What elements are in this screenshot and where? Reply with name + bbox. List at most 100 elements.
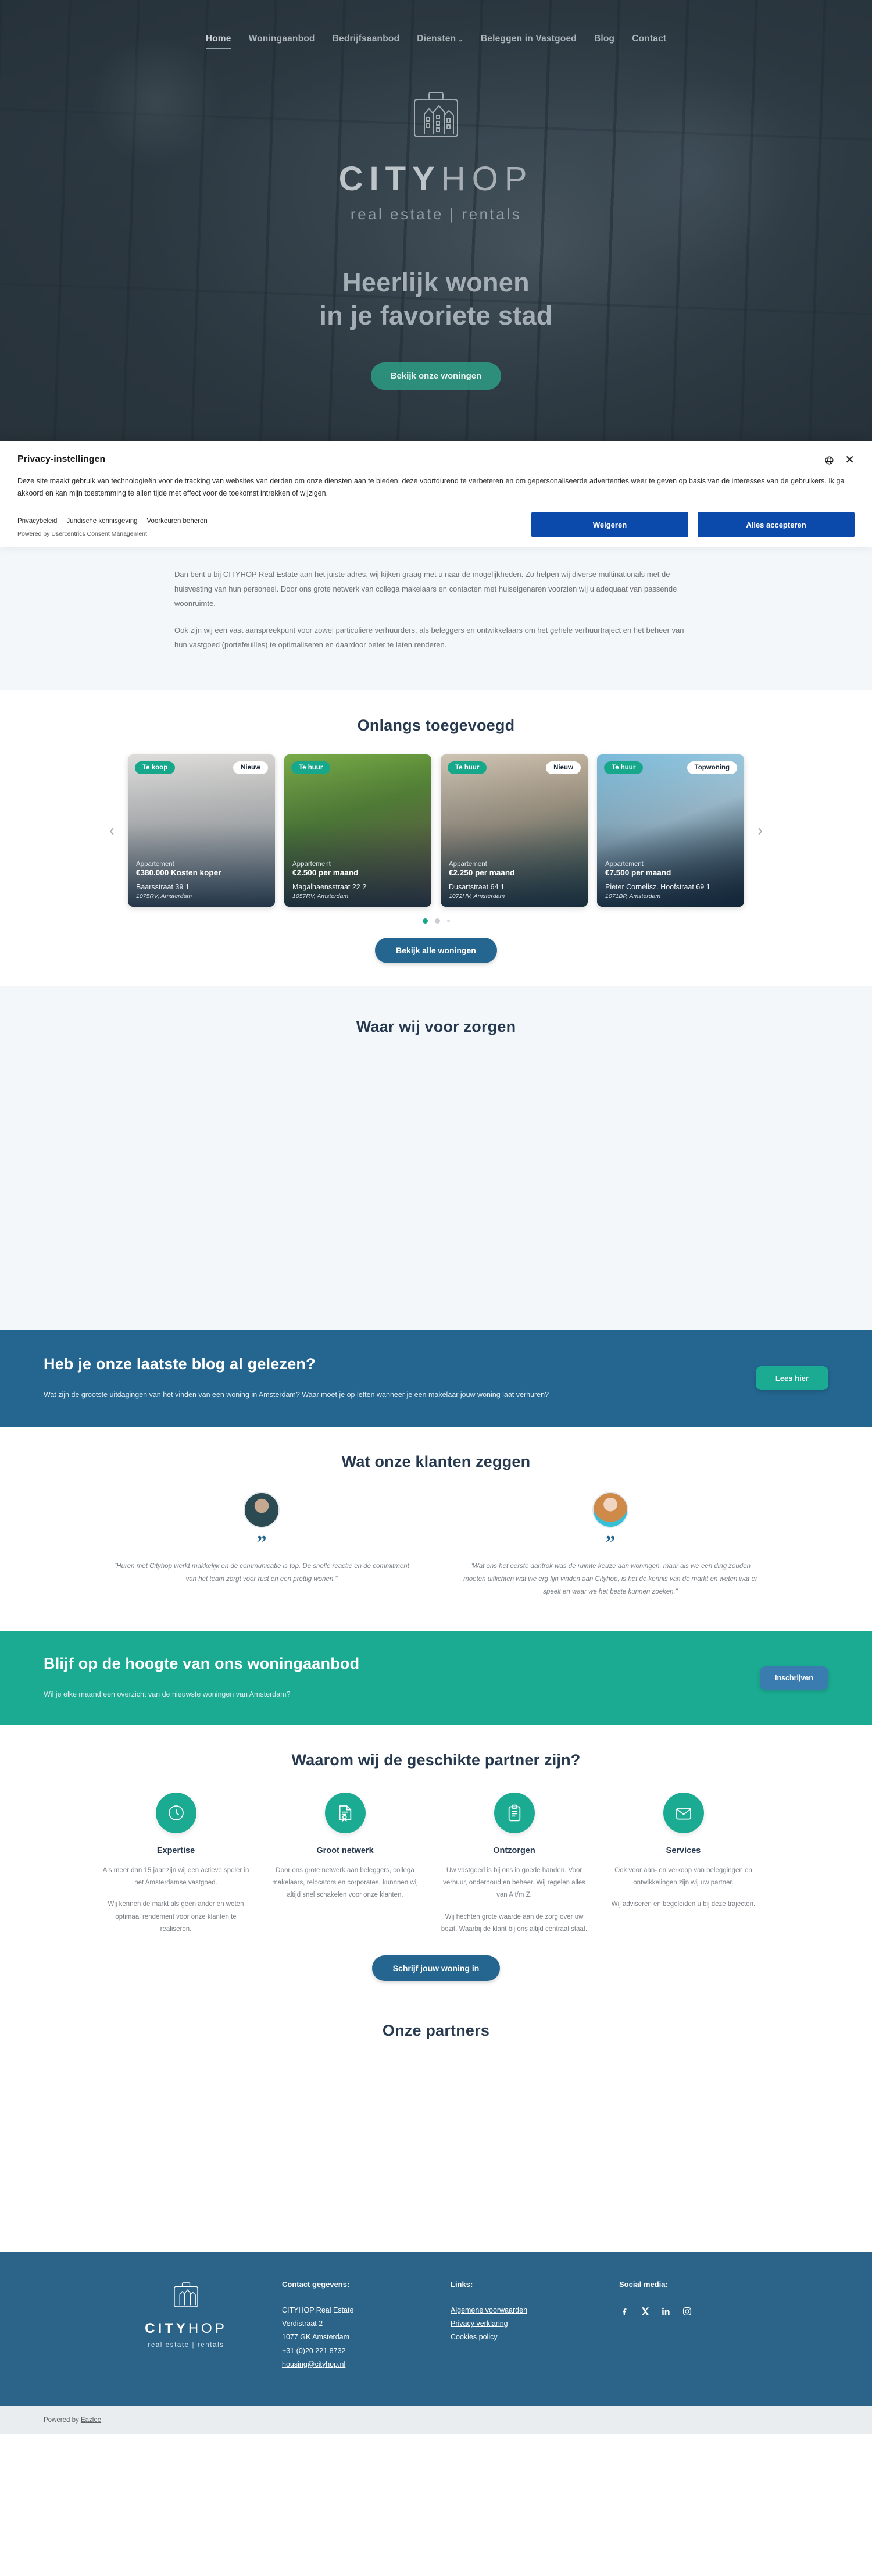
privacy-settings-banner: Privacy-instellingen ✕ Deze site maakt g… <box>0 441 872 547</box>
nav-item-beleggen-in-vastgoed[interactable]: Beleggen in Vastgoed <box>481 34 577 49</box>
carousel-dot-3[interactable] <box>446 919 450 922</box>
carousel-dot-1[interactable] <box>422 918 428 924</box>
status-badge: Te huur <box>448 761 487 774</box>
property-street: Dusartstraat 64 1 <box>449 882 505 891</box>
partners-title: Onze partners <box>382 2022 490 2040</box>
footer-links-heading: Links: <box>451 2280 473 2289</box>
nav-item-blog[interactable]: Blog <box>594 34 614 49</box>
testimonial-text: "Huren met Cityhop werkt makkelijk en de… <box>114 1563 409 1583</box>
property-price: €2.500 per maand <box>292 868 359 877</box>
feature-item-ontzorgen: Ontzorgen Uw vastgoed is bij ons in goed… <box>437 1792 591 1936</box>
nav-item-contact[interactable]: Contact <box>632 34 666 49</box>
property-type: Appartement <box>605 860 644 868</box>
footer-contact-heading: Contact gegevens: <box>282 2280 350 2289</box>
property-type: Appartement <box>292 860 331 868</box>
x-icon[interactable] <box>640 2306 651 2317</box>
footer-links-column: Links: Algemene voorwaarden Privacy verk… <box>451 2280 619 2371</box>
deny-cookies-button[interactable]: Weigeren <box>531 512 688 538</box>
property-street: Magalhaensstraat 22 2 <box>292 882 367 891</box>
instagram-icon[interactable] <box>682 2306 692 2317</box>
why-partner-section: Waarom wij de geschikte partner zijn? Ex… <box>0 1724 872 2003</box>
read-blog-button[interactable]: Lees hier <box>755 1366 828 1391</box>
property-type: Appartement <box>449 860 487 868</box>
property-zip-city: 1071BP, Amsterdam <box>605 892 661 900</box>
privacy-banner-text: Deze site maakt gebruik van technologieë… <box>17 477 845 497</box>
hero-headline-line2: in je favoriete stad <box>319 300 553 330</box>
blog-promo-text: Wat zijn de grootste uitdagingen van het… <box>44 1390 549 1399</box>
footer-link-algemene-voorwaarden[interactable]: Algemene voorwaarden <box>451 2304 619 2317</box>
hero-section: Home Woningaanbod Bedrijfsaanbod Dienste… <box>0 0 872 459</box>
powered-by-link[interactable]: Eazlee <box>81 2417 101 2424</box>
footer-contact-line: Verdistraat 2 <box>282 2320 323 2328</box>
newsletter-text: Wil je elke maand een overzicht van de n… <box>44 1690 291 1698</box>
privacy-banner-powered-by: Powered by Usercentrics Consent Manageme… <box>17 530 147 538</box>
footer-link-cookies-policy[interactable]: Cookies policy <box>451 2331 619 2344</box>
feature-heading: Ontzorgen <box>493 1845 535 1855</box>
hero-cta-button[interactable]: Bekijk onze woningen <box>370 362 502 390</box>
footer-wordmark-bold: CITY <box>145 2321 188 2337</box>
hero-headline-line1: Heerlijk wonen <box>342 268 530 297</box>
footer-link-privacy-verklaring[interactable]: Privacy verklaring <box>451 2317 619 2331</box>
clock-icon <box>155 1792 196 1833</box>
footer-social-heading: Social media: <box>619 2280 668 2289</box>
language-globe-icon[interactable] <box>824 455 834 465</box>
feature-heading: Services <box>666 1845 701 1855</box>
blog-promo-title: Heb je onze laatste blog al gelezen? <box>44 1355 316 1373</box>
why-partner-title: Waarom wij de geschikte partner zijn? <box>291 1751 581 1769</box>
carousel-next-arrow[interactable]: › <box>757 821 763 839</box>
property-card[interactable]: Te koop Nieuw Appartement €380.000 Koste… <box>128 754 275 907</box>
clipboard-icon <box>494 1792 535 1833</box>
property-card[interactable]: Te huur Nieuw Appartement €2.250 per maa… <box>441 754 588 907</box>
facebook-icon[interactable] <box>619 2306 630 2317</box>
brand-wordmark-bold: CITY <box>338 160 441 198</box>
property-zip-city: 1072HV, Amsterdam <box>449 892 505 900</box>
view-all-listings-button[interactable]: Bekijk alle woningen <box>375 937 497 963</box>
link-juridische-kennisgeving[interactable]: Juridische kennisgeving <box>66 518 137 525</box>
nav-item-woningaanbod[interactable]: Woningaanbod <box>249 34 315 49</box>
footer-wordmark: CITYHOP <box>90 2321 282 2337</box>
powered-by-label: Powered by <box>44 2416 81 2424</box>
feature-heading: Groot netwerk <box>316 1845 374 1855</box>
carousel-pagination <box>0 918 872 924</box>
newsletter-title: Blijf op de hoogte van ons woningaanbod <box>44 1654 360 1672</box>
property-price: €7.500 per maand <box>605 868 671 877</box>
nav-item-home[interactable]: Home <box>205 34 231 49</box>
feature-text-1: Als meer dan 15 jaar zijn wij een actiev… <box>102 1866 249 1887</box>
link-privacybeleid[interactable]: Privacybeleid <box>17 518 57 525</box>
nav-label: Woningaanbod <box>248 34 315 44</box>
property-zip-city: 1075RV, Amsterdam <box>136 892 192 900</box>
linkedin-icon[interactable] <box>661 2306 671 2317</box>
carousel-dot-2[interactable] <box>434 918 440 924</box>
property-card[interactable]: Te huur Topwoning Appartement €7.500 per… <box>597 754 744 907</box>
status-badge: Te koop <box>135 761 176 774</box>
testimonials-section: Wat onze klanten zeggen ” "Huren met Cit… <box>0 1427 872 1631</box>
nav-item-diensten[interactable]: Diensten ⌄ <box>417 34 463 49</box>
highlight-badge: Topwoning <box>687 761 737 774</box>
property-price: €2.250 per maand <box>449 868 515 877</box>
property-card[interactable]: Te huur Appartement €2.500 per maand Mag… <box>284 754 431 907</box>
register-your-property-button[interactable]: Schrijf jouw woning in <box>371 1955 501 1982</box>
footer-brand: CITYHOP real estate | rentals <box>90 2280 282 2371</box>
property-street: Baarsstraat 39 1 <box>136 882 190 891</box>
brand-wordmark: CITYHOP <box>339 159 534 198</box>
accept-all-cookies-button[interactable]: Alles accepteren <box>698 512 855 538</box>
footer-contact-phone: +31 (0)20 221 8732 <box>282 2346 346 2355</box>
quote-icon: ” <box>605 1531 616 1554</box>
nav-item-bedrijfsaanbod[interactable]: Bedrijfsaanbod <box>333 34 400 49</box>
footer-contact-email-link[interactable]: housing@cityhop.nl <box>282 2358 451 2371</box>
carousel-prev-arrow[interactable]: ‹ <box>109 821 115 839</box>
feature-item-expertise: Expertise Als meer dan 15 jaar zijn wij … <box>99 1792 253 1936</box>
nav-label: Contact <box>632 34 667 44</box>
envelope-icon <box>663 1792 704 1833</box>
newsletter-subscribe-button[interactable]: Inschrijven <box>760 1666 828 1690</box>
hero-brand: CITYHOP real estate | rentals <box>339 88 534 223</box>
link-voorkeuren-beheren[interactable]: Voorkeuren beheren <box>147 518 208 525</box>
footer-contact-column: Contact gegevens: CITYHOP Real Estate Ve… <box>282 2280 451 2371</box>
nav-label: Blog <box>594 34 615 44</box>
cityhop-house-logo-icon <box>90 2280 282 2311</box>
highlight-badge: Nieuw <box>546 761 581 774</box>
main-navigation: Home Woningaanbod Bedrijfsaanbod Dienste… <box>205 0 667 49</box>
close-icon[interactable]: ✕ <box>845 454 855 466</box>
testimonial-text: "Wat ons het eerste aantrok was de ruimt… <box>463 1563 757 1595</box>
property-price: €380.000 Kosten koper <box>136 868 221 877</box>
